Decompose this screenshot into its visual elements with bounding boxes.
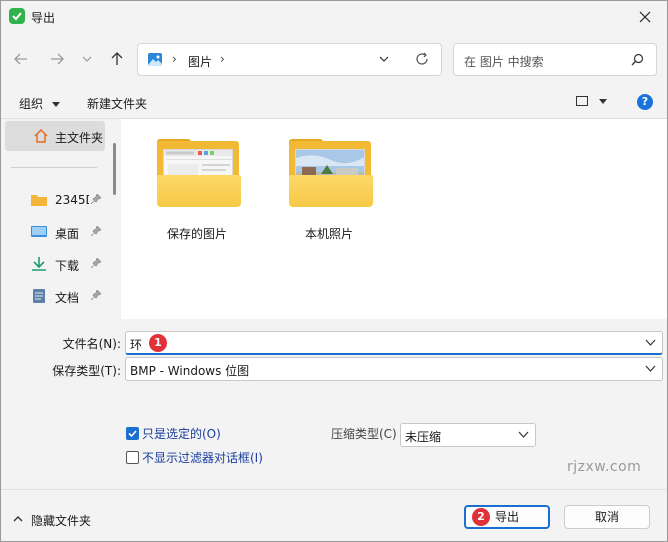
document-icon: [33, 289, 45, 303]
chevron-up-icon: [13, 516, 23, 522]
nav-item-label: 2345Downloads: [55, 193, 89, 207]
close-icon: [639, 11, 651, 22]
cancel-label: 取消: [594, 510, 619, 524]
export-dialog: 导出 › 图片 › 在 图片 中搜索 组织 新建文件夹 ? 主文件夹 2345 …: [0, 0, 668, 542]
compression-select[interactable]: 未压缩: [400, 423, 536, 447]
step-badge: 1: [149, 334, 167, 352]
selected-only-checkbox[interactable]: [126, 427, 139, 440]
no-filter-dialog-checkbox[interactable]: [126, 451, 139, 464]
desktop-icon: [31, 226, 47, 237]
title-bar: 导出: [1, 1, 667, 32]
export-label: 导出: [494, 510, 519, 524]
folder-name: 本机照片: [304, 227, 353, 241]
arrow-up-icon: [111, 52, 123, 65]
filetype-label: 保存类型(T):: [52, 364, 121, 378]
step-badge: 2: [472, 508, 490, 526]
chevron-down-icon[interactable]: [378, 53, 390, 65]
window-title: 导出: [31, 11, 56, 25]
close-button[interactable]: [623, 1, 667, 32]
filename-input[interactable]: 环: [125, 331, 663, 355]
nav-item-downloads[interactable]: 下载: [1, 249, 109, 279]
watermark-text: rjzxw.com: [567, 459, 642, 475]
chevron-down-icon[interactable]: [645, 339, 656, 347]
command-bar: 组织 新建文件夹 ?: [1, 86, 667, 119]
chevron-down-icon[interactable]: [518, 431, 529, 439]
nav-item-label: 下载: [55, 259, 80, 273]
breadcrumb-separator[interactable]: ›: [220, 52, 225, 66]
folder-item[interactable]: 本机照片: [279, 139, 379, 249]
filetype-value: BMP - Windows 位图: [130, 364, 250, 378]
forward-button[interactable]: [45, 47, 69, 71]
download-icon: [32, 257, 46, 271]
recent-locations-button[interactable]: [75, 47, 99, 71]
pin-icon[interactable]: [91, 258, 101, 268]
chevron-down-icon[interactable]: [645, 365, 656, 373]
chevron-down-icon: [82, 56, 92, 62]
home-icon: [34, 129, 48, 143]
nav-divider: [11, 167, 97, 168]
pictures-icon: [148, 53, 162, 66]
dialog-footer: 隐藏文件夹 导出 2 取消: [1, 489, 667, 541]
folder-name: 保存的图片: [166, 227, 227, 241]
selected-only-label[interactable]: 只是选定的(O): [142, 425, 221, 442]
nav-item-label: 桌面: [55, 227, 80, 241]
search-box[interactable]: 在 图片 中搜索: [453, 43, 657, 76]
back-button[interactable]: [9, 47, 33, 71]
check-icon: [128, 430, 137, 438]
new-folder-button[interactable]: 新建文件夹: [87, 95, 147, 112]
no-filter-dialog-label[interactable]: 不显示过滤器对话框(I): [142, 449, 263, 466]
refresh-icon[interactable]: [415, 52, 429, 66]
search-placeholder: 在 图片 中搜索: [464, 55, 544, 69]
navigation-pane: 主文件夹 2345Downloads 桌面 下载 文档: [1, 119, 119, 319]
pin-icon[interactable]: [91, 194, 101, 204]
cancel-button[interactable]: 取消: [564, 505, 650, 529]
folder-item[interactable]: 保存的图片: [147, 139, 247, 249]
compression-label: 压缩类型(C): [331, 427, 397, 441]
filetype-select[interactable]: BMP - Windows 位图: [125, 357, 663, 381]
nav-item-desktop[interactable]: 桌面: [1, 217, 109, 247]
breadcrumb-pictures[interactable]: 图片: [188, 53, 212, 70]
save-options: 文件名(N): 环 1 保存类型(T): BMP - Windows 位图 只是…: [1, 319, 667, 541]
nav-item-documents[interactable]: 文档: [1, 281, 109, 311]
arrow-left-icon: [14, 53, 27, 65]
organize-label: 组织: [19, 97, 44, 111]
up-button[interactable]: [105, 47, 129, 71]
caret-down-icon: [51, 101, 60, 107]
help-button[interactable]: ?: [637, 94, 653, 110]
arrow-right-icon: [51, 53, 64, 65]
caret-down-icon[interactable]: [599, 95, 607, 107]
hide-folders-label: 隐藏文件夹: [31, 514, 92, 528]
file-list: 保存的图片 本机照片: [121, 119, 667, 319]
breadcrumb-separator: ›: [172, 52, 177, 66]
nav-item-label: 主文件夹: [55, 131, 104, 145]
view-mode-icon[interactable]: [576, 96, 588, 106]
folder-icon: [31, 195, 47, 206]
pin-icon[interactable]: [91, 290, 101, 300]
pin-icon[interactable]: [91, 226, 101, 236]
app-logo-icon: [9, 8, 25, 24]
nav-item-2345downloads[interactable]: 2345Downloads: [1, 185, 109, 215]
search-icon: [631, 53, 644, 66]
nav-item-label: 文档: [55, 291, 80, 305]
organize-button[interactable]: 组织: [19, 95, 60, 112]
filename-label: 文件名(N):: [62, 337, 121, 351]
nav-item-home[interactable]: 主文件夹: [5, 121, 105, 151]
nav-scrollbar[interactable]: [113, 143, 116, 195]
filename-value: 环: [130, 338, 143, 352]
address-bar[interactable]: › 图片 ›: [137, 43, 442, 76]
navigation-bar: › 图片 › 在 图片 中搜索: [1, 32, 667, 86]
compression-value: 未压缩: [405, 430, 442, 444]
